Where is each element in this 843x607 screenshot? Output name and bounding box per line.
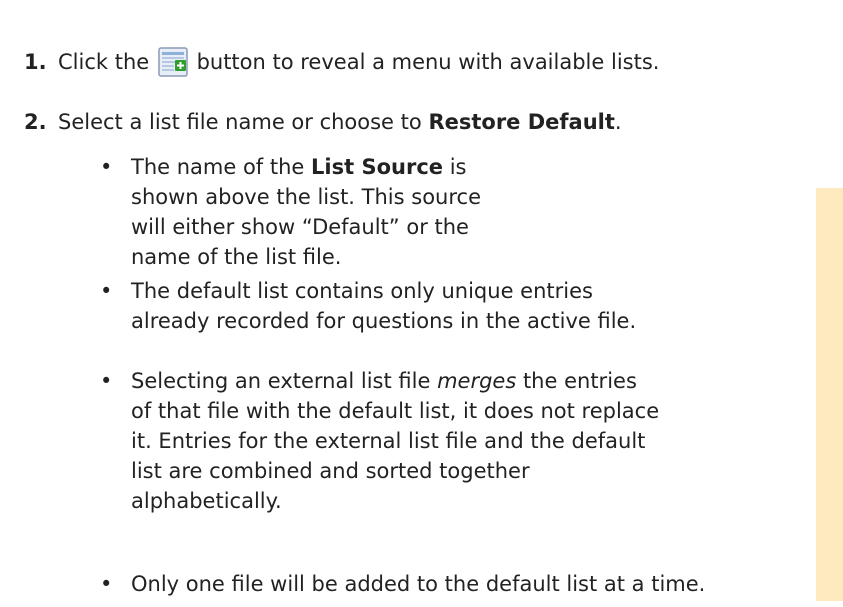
- step-text-before: Click the: [58, 50, 150, 74]
- bullet-item-default-list: • The default list contains only unique …: [100, 276, 660, 336]
- restore-default-label: Restore Default: [428, 110, 615, 134]
- step-text-before: Select a list file name or choose to: [58, 110, 422, 134]
- step-number: 2.: [24, 110, 47, 134]
- bullet-text-before: Selecting an external list file: [131, 369, 431, 393]
- merges-emphasis: merges: [437, 369, 517, 393]
- bullet-icon: •: [100, 572, 113, 596]
- bullet-item-list-source: • The name of the List Source is shown a…: [100, 152, 520, 272]
- add-list-icon: [158, 47, 188, 77]
- step-text-after: button to reveal a menu with available l…: [196, 50, 660, 74]
- step-text-after: .: [614, 110, 622, 134]
- step-2: 2. Select a list file name or choose to R…: [24, 107, 622, 137]
- step-number: 1.: [24, 50, 47, 74]
- sidebar-highlight-band: [816, 188, 843, 601]
- step-1: 1. Click the button to reveal a menu with…: [24, 47, 659, 77]
- bullet-text-before: The name of the: [131, 155, 305, 179]
- list-source-label: List Source: [311, 155, 444, 179]
- bullet-item-merge: • Selecting an external list file merges…: [100, 366, 660, 516]
- bullet-text: The name of the List Source is shown abo…: [131, 152, 520, 272]
- bullet-text: Only one file will be added to the defau…: [131, 572, 706, 596]
- bullet-icon: •: [100, 279, 113, 303]
- bullet-item-one-file: • Only one file will be added to the def…: [100, 569, 820, 599]
- bullet-text: The default list contains only unique en…: [131, 279, 637, 333]
- bullet-icon: •: [100, 155, 113, 179]
- bullet-icon: •: [100, 369, 113, 393]
- bullet-text: Selecting an external list file merges t…: [131, 366, 660, 516]
